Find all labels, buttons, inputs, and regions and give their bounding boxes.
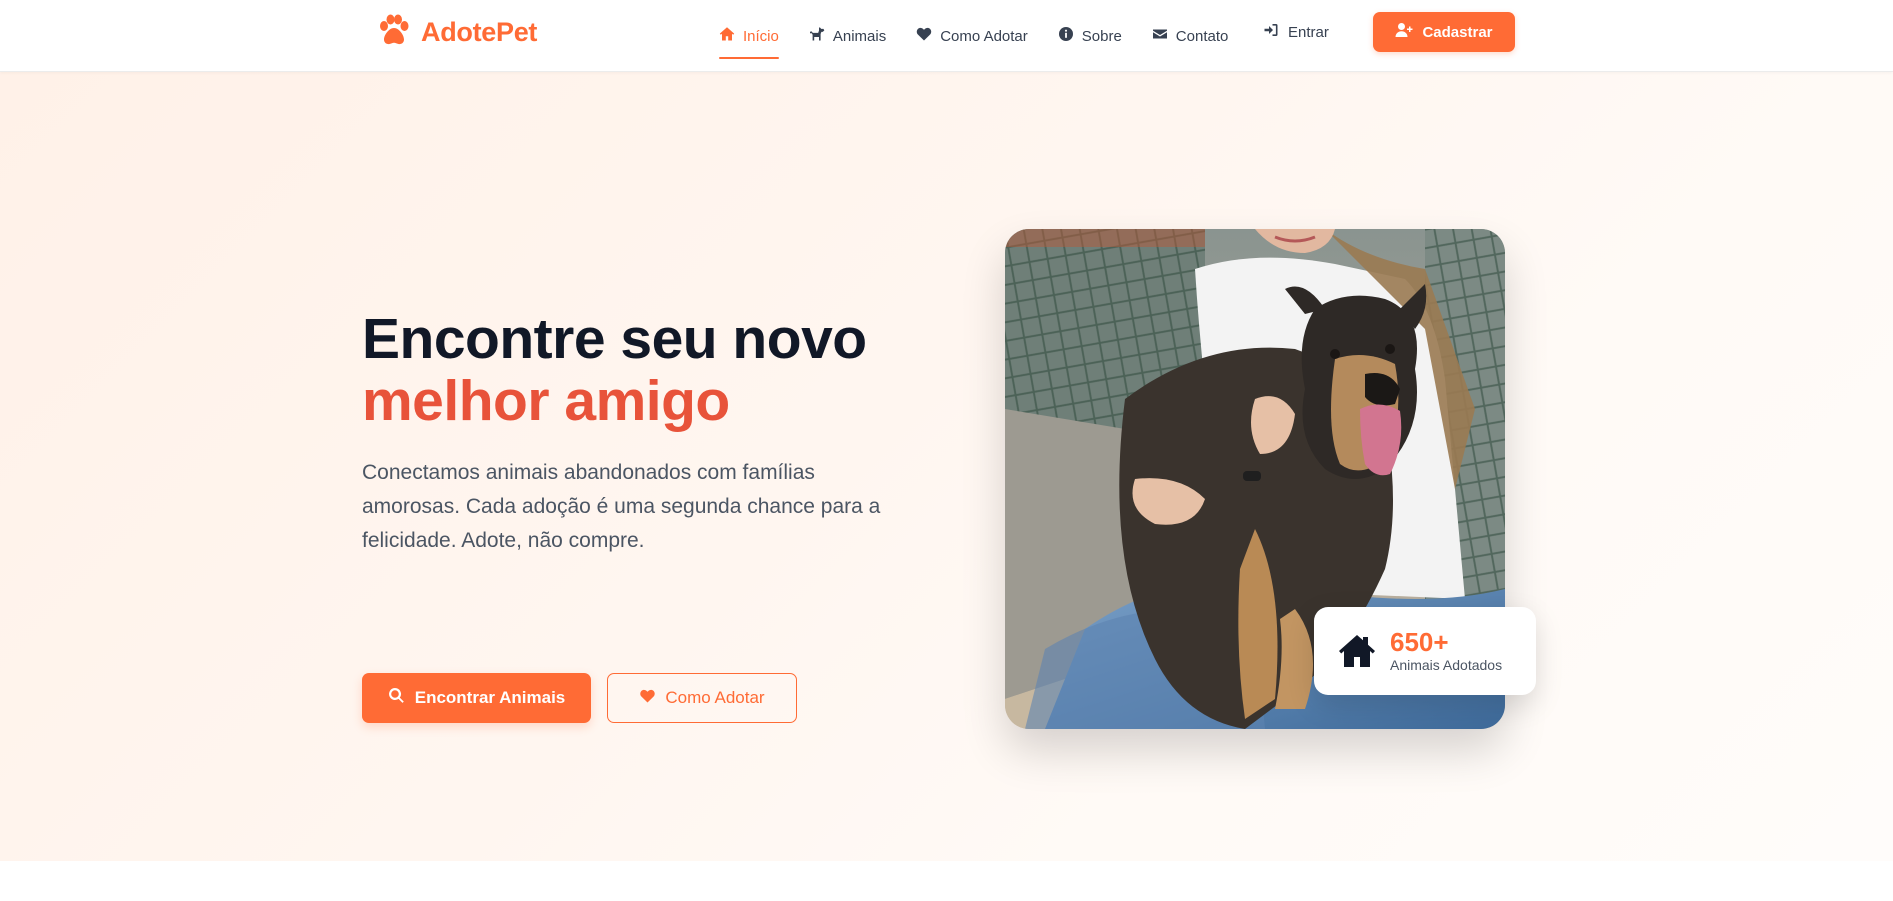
nav-item-sobre[interactable]: Sobre bbox=[1043, 0, 1137, 72]
nav-item-label: Animais bbox=[832, 27, 887, 45]
search-icon bbox=[388, 687, 405, 709]
main-nav: Início Animais Como Adotar Sobre Contato bbox=[704, 0, 1243, 72]
hero-buttons: Encontrar Animais Como Adotar bbox=[362, 673, 797, 723]
nav-item-label: Início bbox=[743, 27, 779, 45]
info-circle-icon bbox=[1058, 26, 1074, 46]
hero-text-block: Encontre seu novo melhor amigo Conectamo… bbox=[362, 308, 922, 723]
user-plus-icon bbox=[1395, 22, 1413, 42]
sign-in-icon bbox=[1263, 22, 1279, 42]
brand-name: AdotePet bbox=[421, 16, 538, 47]
nav-item-animais[interactable]: Animais bbox=[794, 0, 901, 72]
heart-icon bbox=[639, 688, 656, 709]
adopted-stat-card: 650+ Animais Adotados bbox=[1314, 607, 1536, 695]
hero-title-accent: melhor amigo bbox=[362, 369, 730, 433]
hero-subtitle: Conectamos animais abandonados com famíl… bbox=[362, 461, 881, 552]
login-label: Entrar bbox=[1288, 23, 1329, 41]
how-to-adopt-button[interactable]: Como Adotar bbox=[607, 673, 797, 723]
paw-icon bbox=[377, 14, 411, 51]
hero-title: Encontre seu novo melhor amigo bbox=[362, 308, 922, 432]
find-animals-label: Encontrar Animais bbox=[414, 688, 566, 707]
navbar: AdotePet Início Animais Como Adotar Sobr… bbox=[0, 0, 1893, 72]
stat-value: 650+ bbox=[1390, 626, 1449, 657]
find-animals-button[interactable]: Encontrar Animais bbox=[362, 673, 591, 723]
brand-logo-link[interactable]: AdotePet bbox=[377, 14, 537, 50]
home-icon bbox=[719, 26, 735, 46]
stat-text: 650+ Animais Adotados bbox=[1390, 626, 1503, 674]
nav-item-como-adotar[interactable]: Como Adotar bbox=[901, 0, 1043, 72]
house-icon bbox=[1338, 633, 1376, 669]
nav-item-contato[interactable]: Contato bbox=[1137, 0, 1244, 72]
nav-item-inicio[interactable]: Início bbox=[704, 0, 794, 72]
stat-label: Animais Adotados bbox=[1390, 656, 1503, 673]
hero-title-line1: Encontre seu novo bbox=[362, 307, 867, 371]
signup-label: Cadastrar bbox=[1422, 23, 1493, 41]
dog-icon bbox=[809, 26, 825, 46]
login-link[interactable]: Entrar bbox=[1263, 0, 1329, 64]
how-to-adopt-label: Como Adotar bbox=[665, 688, 765, 707]
envelope-icon bbox=[1152, 26, 1168, 46]
next-section-start bbox=[0, 861, 1893, 901]
nav-item-label: Como Adotar bbox=[940, 27, 1028, 45]
hero-section: Encontre seu novo melhor amigo Conectamo… bbox=[0, 72, 1893, 861]
nav-item-label: Contato bbox=[1175, 27, 1229, 45]
nav-item-label: Sobre bbox=[1081, 27, 1122, 45]
heart-icon bbox=[916, 26, 932, 46]
signup-button[interactable]: Cadastrar bbox=[1373, 12, 1515, 52]
